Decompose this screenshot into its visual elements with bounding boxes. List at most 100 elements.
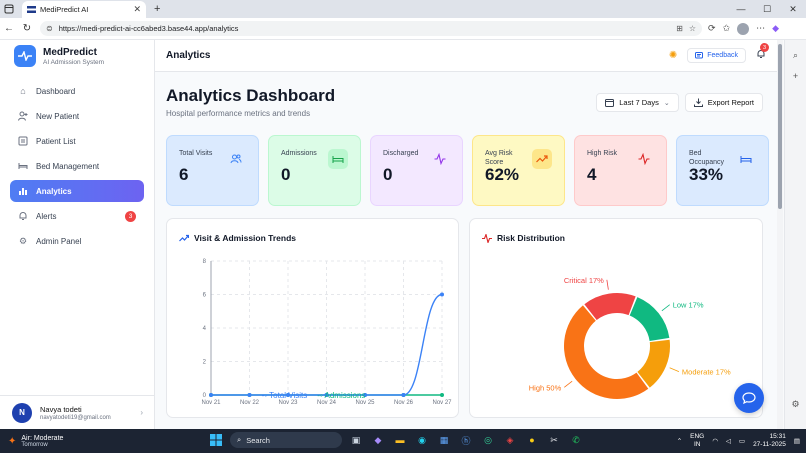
window-menu-icon[interactable] <box>0 0 18 18</box>
y-tick-label: 2 <box>203 360 207 366</box>
close-window-button[interactable]: ✕ <box>780 0 806 18</box>
panel-header: Risk Distribution <box>482 233 565 243</box>
system-tray: ⌃ ENG IN ◠ ◁ ▭ 15:31 27-11-2025 ▤ <box>677 429 800 453</box>
taskbar-search[interactable]: ⌕ Search <box>230 432 342 448</box>
notifications-bell-icon[interactable]: 3 <box>756 43 769 62</box>
sidebar-nav: ⌂ Dashboard New Patient Patient List Bed… <box>0 80 154 252</box>
url-field[interactable]: ⊜ https://medi-predict-ai-cc6abed3.base4… <box>40 21 702 36</box>
chevron-up-icon[interactable]: ⌃ <box>677 437 682 445</box>
search-icon: ⌕ <box>237 435 242 444</box>
legend-label: Admissions <box>324 391 366 400</box>
export-report-label: Export Report <box>707 98 754 107</box>
region-code: IN <box>693 441 701 448</box>
weather-widget[interactable]: ✦ Air: Moderate Tomorrow <box>0 435 200 448</box>
user-profile[interactable]: N Navya todeti navyatodeti19@gmail.com › <box>0 395 155 429</box>
activity-icon <box>430 149 450 169</box>
new-tab-button[interactable]: + <box>154 3 160 15</box>
edge-icon[interactable]: ◉ <box>414 432 430 448</box>
sidebar-item-new-patient[interactable]: New Patient <box>10 105 144 127</box>
favorites-icon[interactable]: ✩ <box>723 23 731 34</box>
chevron-down-icon: ⌄ <box>663 99 670 107</box>
donut-slice-high <box>564 305 649 399</box>
minimize-button[interactable]: — <box>728 0 754 18</box>
search-label: Search <box>246 435 270 445</box>
stat-card-total-visits: Total Visits 6 <box>166 135 259 206</box>
sidebar-item-dashboard[interactable]: ⌂ Dashboard <box>10 80 144 102</box>
chrome-icon[interactable]: ● <box>524 432 540 448</box>
sidebar-item-label: Dashboard <box>36 86 76 96</box>
task-view-icon[interactable]: ▣ <box>348 432 364 448</box>
legend-item-admissions[interactable]: -◦ Admissions <box>317 391 365 400</box>
snipping-tool-icon[interactable]: ✂ <box>546 432 562 448</box>
date-range-select[interactable]: Last 7 Days ⌄ <box>596 93 679 112</box>
legend-label: Total Visits <box>269 391 308 400</box>
gear-icon: ⚙ <box>18 235 28 246</box>
dashboard-subtitle: Hospital performance metrics and trends <box>166 109 311 118</box>
scrollbar-thumb[interactable] <box>778 44 782 209</box>
y-tick-label: 6 <box>203 293 207 299</box>
file-explorer-icon[interactable]: ▬ <box>392 432 408 448</box>
feedback-button[interactable]: Feedback <box>687 48 746 63</box>
whatsapp-icon[interactable]: ✆ <box>568 432 584 448</box>
copilot-icon[interactable]: ◆ <box>370 432 386 448</box>
notification-center-icon[interactable]: ▤ <box>794 437 800 445</box>
bed-icon <box>328 149 348 169</box>
time: 15:31 <box>769 433 786 440</box>
y-tick-label: 8 <box>203 259 207 265</box>
edge-browser-icon[interactable]: ◎ <box>480 432 496 448</box>
search-icon[interactable]: ⌕ <box>785 50 806 61</box>
page-scrollbar[interactable] <box>777 40 783 429</box>
sidebar-item-patient-list[interactable]: Patient List <box>10 130 144 152</box>
weather-subtitle: Tomorrow <box>21 441 48 448</box>
browser-tab[interactable]: MediPredict AI ✕ <box>22 1 146 18</box>
extensions-icon[interactable]: ⟳ <box>708 23 716 34</box>
language-indicator[interactable]: ENG IN <box>690 433 704 449</box>
donut-slice-low <box>629 297 670 341</box>
dashboard-header: Analytics Dashboard Hospital performance… <box>166 86 335 118</box>
chart-icon <box>18 186 28 196</box>
more-menu-icon[interactable]: ⋯ <box>756 23 765 34</box>
clock[interactable]: 15:31 27-11-2025 <box>753 433 786 449</box>
export-report-button[interactable]: Export Report <box>684 93 763 112</box>
close-tab-icon[interactable]: ✕ <box>133 4 141 15</box>
site-info-icon[interactable]: ⊜ <box>46 24 53 33</box>
add-icon[interactable]: + <box>785 71 806 81</box>
dashboard-title: Analytics Dashboard <box>166 86 336 105</box>
address-bar-row: ← ↻ ⊜ https://medi-predict-ai-cc6abed3.b… <box>0 18 806 40</box>
slice-leader-line <box>669 367 680 372</box>
trending-up-icon <box>179 234 189 242</box>
hp-icon[interactable]: ⓗ <box>458 432 474 448</box>
copilot-icon[interactable]: ◆ <box>772 23 779 34</box>
chat-button[interactable] <box>734 383 764 413</box>
profile-avatar[interactable] <box>737 22 750 35</box>
refresh-button[interactable]: ↻ <box>18 20 36 38</box>
slice-label: High 50% <box>529 383 562 392</box>
sidebar-item-label: New Patient <box>36 111 80 121</box>
brand[interactable]: MedPredict AI Admission System <box>0 40 154 72</box>
windows-start-icon[interactable] <box>208 432 224 448</box>
battery-icon[interactable]: ▭ <box>739 437 745 445</box>
home-icon: ⌂ <box>20 86 26 96</box>
mcafee-icon[interactable]: ◈ <box>502 432 518 448</box>
sidebar-item-analytics[interactable]: Analytics <box>10 180 144 202</box>
wifi-icon[interactable]: ◠ <box>712 437 718 445</box>
theme-toggle-sun-icon[interactable]: ✺ <box>669 50 677 61</box>
back-button[interactable]: ← <box>0 20 18 38</box>
bookmark-star-icon[interactable]: ☆ <box>689 24 696 33</box>
volume-icon[interactable]: ◁ <box>726 437 731 445</box>
x-tick-label: Nov 25 <box>355 400 375 406</box>
sidebar-item-alerts[interactable]: Alerts 3 <box>10 205 144 227</box>
sidebar-item-bed-management[interactable]: Bed Management <box>10 155 144 177</box>
legend-item-total-visits[interactable]: -◦ Total Visits <box>262 391 308 400</box>
url-text: https://medi-predict-ai-cc6abed3.base44.… <box>58 24 239 33</box>
app-available-icon[interactable]: ⊞ <box>676 24 683 33</box>
notification-count-badge: 3 <box>760 43 769 52</box>
bed-icon <box>18 161 28 171</box>
tab-title: MediPredict AI <box>40 5 89 14</box>
store-icon[interactable]: ▦ <box>436 432 452 448</box>
sidebar-item-admin-panel[interactable]: ⚙ Admin Panel <box>10 230 144 252</box>
maximize-button[interactable]: ☐ <box>754 0 780 18</box>
trending-up-icon <box>532 149 552 169</box>
settings-icon[interactable]: ⚙ <box>785 399 806 410</box>
x-tick-label: Nov 27 <box>432 400 452 406</box>
